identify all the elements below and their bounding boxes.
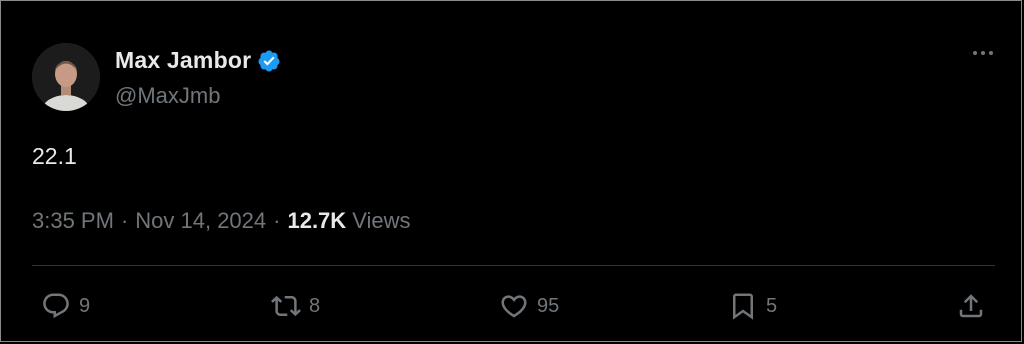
tweet-time[interactable]: 3:35 PM xyxy=(32,208,114,234)
views-count: 12.7K xyxy=(287,208,347,233)
author-display-name[interactable]: Max Jambor xyxy=(115,47,251,74)
retweet-icon xyxy=(271,295,301,317)
dot-icon xyxy=(981,51,985,55)
retweet-count: 8 xyxy=(309,294,321,317)
author-name-row[interactable]: Max Jambor xyxy=(115,47,281,74)
share-icon xyxy=(959,294,983,318)
like-count: 95 xyxy=(537,294,560,317)
divider xyxy=(32,265,995,266)
avatar-photo-icon xyxy=(32,43,100,111)
action-bar: 9 8 95 5 xyxy=(1,287,1024,327)
views-label: Views xyxy=(352,208,411,233)
verified-badge-icon xyxy=(258,50,280,71)
more-options-button[interactable] xyxy=(973,51,993,55)
retweet-button[interactable]: 8 xyxy=(271,291,320,321)
meta-separator: · xyxy=(273,208,281,233)
author-handle[interactable]: @MaxJmb xyxy=(115,83,220,109)
bookmark-icon xyxy=(733,293,753,320)
bookmark-count: 5 xyxy=(766,294,778,317)
tweet-text: 22.1 xyxy=(32,143,77,169)
reply-button[interactable]: 9 xyxy=(41,291,90,321)
reply-count: 9 xyxy=(79,294,91,317)
dot-icon xyxy=(973,51,977,55)
share-button[interactable] xyxy=(956,291,986,321)
bookmark-button[interactable]: 5 xyxy=(728,291,777,321)
meta-separator: · xyxy=(120,208,129,233)
reply-icon xyxy=(43,293,69,319)
tweet-meta: 3:35 PM · Nov 14, 2024 · 12.7K Views xyxy=(32,208,410,234)
like-button[interactable]: 95 xyxy=(499,291,559,321)
avatar[interactable] xyxy=(32,43,100,111)
tweet-card: Max Jambor @MaxJmb 22.1 3:35 PM · Nov 14… xyxy=(0,0,1022,342)
heart-icon xyxy=(501,295,527,318)
dot-icon xyxy=(989,51,993,55)
tweet-date[interactable]: Nov 14, 2024 xyxy=(135,208,266,234)
